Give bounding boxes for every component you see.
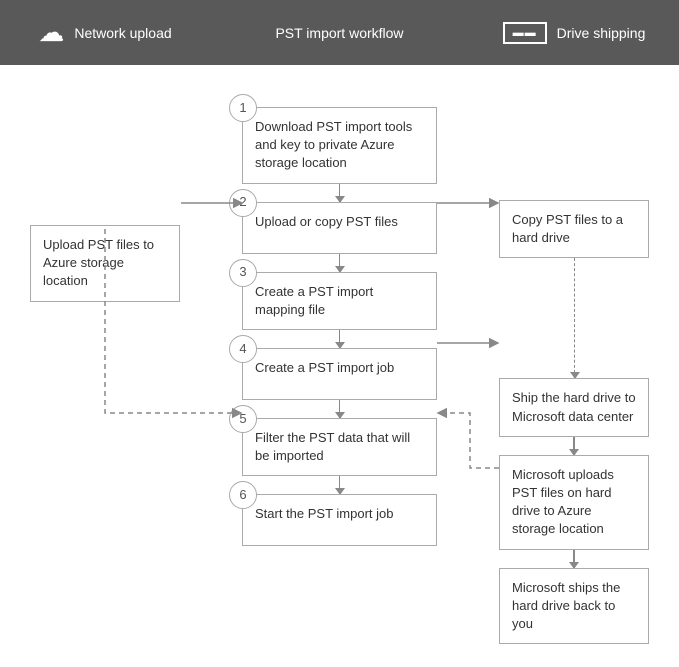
step-2-box: 2 Upload or copy PST files <box>242 202 437 254</box>
drive-icon: ▬▬ <box>503 22 547 44</box>
left-box-1: Upload PST files to Azure storage locati… <box>30 225 180 302</box>
col-network-upload: ☁ Network upload Upload PST files to Azu… <box>0 0 210 667</box>
right-box-1: Copy PST files to a hard drive <box>499 200 649 258</box>
step-1-box: 1 Download PST import tools and key to p… <box>242 107 437 184</box>
col-pst-workflow: PST import workflow 1 Download PST impor… <box>210 0 469 667</box>
diagram-container: ☁ Network upload Upload PST files to Azu… <box>0 0 679 667</box>
arrow-2-3 <box>339 254 341 272</box>
col-left-header: ☁ Network upload <box>0 0 210 65</box>
right-box-3: Microsoft uploads PST files on hard driv… <box>499 455 649 550</box>
right-dashed-1 <box>574 258 575 378</box>
step-1-container: 1 Download PST import tools and key to p… <box>210 93 469 202</box>
right-box-4: Microsoft ships the hard drive back to y… <box>499 568 649 645</box>
col-drive-shipping: ▬▬ Drive shipping Copy PST files to a ha… <box>469 0 679 667</box>
step-6-container: 6 Start the PST import job <box>210 494 469 546</box>
step-3-circle: 3 <box>229 259 257 287</box>
step-5-circle: 5 <box>229 405 257 433</box>
step-6-circle: 6 <box>229 481 257 509</box>
cloud-icon: ☁ <box>38 17 64 48</box>
right-item-3: Microsoft uploads PST files on hard driv… <box>469 455 679 568</box>
right-item-4: Microsoft ships the hard drive back to y… <box>469 568 679 645</box>
step-6-box: 6 Start the PST import job <box>242 494 437 546</box>
arrow-4-5 <box>339 400 341 418</box>
step-1-circle: 1 <box>229 94 257 122</box>
arrow-1-2 <box>339 184 341 202</box>
col-center-header-label: PST import workflow <box>275 25 403 41</box>
right-box-2: Ship the hard drive to Microsoft data ce… <box>499 378 649 436</box>
col-center-header: PST import workflow <box>210 0 469 65</box>
col-right-header-label: Drive shipping <box>557 25 646 41</box>
step-3-box: 3 Create a PST import mapping file <box>242 272 437 330</box>
arrow-3-4 <box>339 330 341 348</box>
arrow-5-6 <box>339 476 341 494</box>
step-4-circle: 4 <box>229 335 257 363</box>
step-5-box: 5 Filter the PST data that will be impor… <box>242 418 437 476</box>
step-2-circle: 2 <box>229 189 257 217</box>
col-left-header-label: Network upload <box>74 25 171 41</box>
right-item-2: Ship the hard drive to Microsoft data ce… <box>469 378 679 454</box>
step-4-box: 4 Create a PST import job <box>242 348 437 400</box>
right-arrow-2 <box>573 437 575 455</box>
col-right-header: ▬▬ Drive shipping <box>469 0 679 65</box>
right-item-1: Copy PST files to a hard drive <box>469 200 679 378</box>
right-arrow-3 <box>573 550 575 568</box>
